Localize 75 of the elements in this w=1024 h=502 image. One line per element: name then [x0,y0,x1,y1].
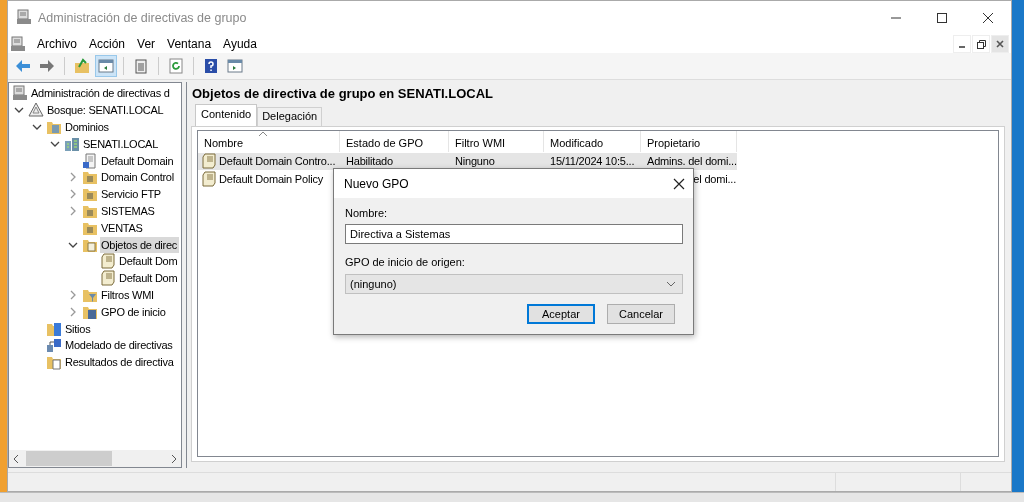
toolbar-button[interactable] [95,55,117,77]
tree-item[interactable]: Administración de directivas d [30,85,172,102]
tree-item[interactable]: Filtros WMI [100,286,156,303]
document-icon [82,152,98,169]
back-arrow-icon [15,58,31,74]
close-icon[interactable] [673,177,685,190]
menu-item[interactable]: Ver [132,37,163,51]
dialog-title: Nuevo GPO [344,176,409,191]
name-field[interactable]: Directiva a Sistemas [345,224,683,244]
help-icon [203,58,219,74]
scroll-icon [201,153,217,169]
folder-icon [82,186,98,203]
dialog-button[interactable]: Aceptar [527,304,595,324]
tree-item[interactable]: Default Domain [100,152,176,169]
scroll-left-icon[interactable] [12,453,20,464]
console-icon [12,85,28,102]
folder-icon [46,119,62,135]
scroll-icon [100,253,116,270]
tab[interactable]: Delegación [257,107,323,126]
field-label: Nombre: [345,207,389,221]
scroll-right-icon[interactable] [170,453,178,464]
forward-arrow-icon [39,58,55,74]
panel-title: Objetos de directiva de grupo en SENATI.LOCAL [191,86,494,103]
menu-item[interactable]: Acción [84,37,133,51]
table-cell[interactable]: Default Domain Contro... [198,152,340,170]
dropdown[interactable]: (ninguno) [345,274,683,294]
folder-up-icon [74,58,90,74]
folder-icon [82,169,98,186]
scroll-icon [100,270,116,287]
horizontal-scrollbar[interactable] [9,450,181,467]
column-header[interactable]: Propietario [641,131,737,152]
tree-item[interactable]: Default Dom [118,270,180,287]
tree-item[interactable]: Bosque: SENATI.LOCAL [46,102,166,119]
table-cell: Admins. del domi... [641,152,737,170]
table-cell[interactable]: Default Domain Policy [198,170,340,188]
view-pane-icon [227,58,243,74]
field-label: GPO de inicio de origen: [345,256,466,270]
scroll-icon [201,171,217,187]
tree-item[interactable]: SISTEMAS [100,202,157,219]
tree-item[interactable]: Default Dom [118,253,180,270]
domain-icon [64,135,80,152]
tree-item[interactable]: Servicio FTP [100,186,163,203]
chevron-down-icon [666,281,676,287]
menu-item[interactable]: Ventana [162,37,219,51]
restore-icon[interactable] [976,39,986,49]
network-icon [46,337,62,354]
menu-item[interactable]: Ayuda [218,37,264,51]
column-header[interactable]: Modificado [544,131,641,152]
tree-item[interactable]: Domain Control [100,169,176,186]
clipboard-icon [133,58,149,74]
tab[interactable]: Contenido [195,104,258,126]
column-header[interactable]: Filtro WMI [449,131,544,152]
tree-item[interactable]: Objetos de direc [100,236,180,253]
dialog-button[interactable]: Cancelar [607,304,675,324]
tree-item[interactable]: Resultados de directiva [64,354,176,371]
tree-item[interactable]: GPO de inicio [100,303,168,320]
console-icon [16,8,32,25]
tree-item[interactable]: Sitios [64,320,93,337]
column-header[interactable]: Estado de GPO [340,131,449,152]
console-icon [10,36,26,52]
tree-item[interactable]: SENATI.LOCAL [82,135,161,152]
tree-item[interactable]: Modelado de directivas [64,337,175,354]
folder-icon [46,354,62,371]
folder-icon [46,320,62,337]
tree-pane-icon [98,58,114,74]
refresh-icon [168,58,184,74]
window-title: Administración de directivas de grupo [38,11,247,25]
menu-item[interactable]: Archivo [32,37,84,51]
table-cell: el domi... [693,173,736,185]
tree-item[interactable]: VENTAS [100,219,145,236]
close-icon[interactable] [982,12,994,24]
tree-item[interactable]: Dominios [64,119,111,135]
maximize-icon[interactable] [936,12,948,24]
column-header[interactable]: Nombre [198,131,340,152]
triangle-icon [28,102,44,119]
